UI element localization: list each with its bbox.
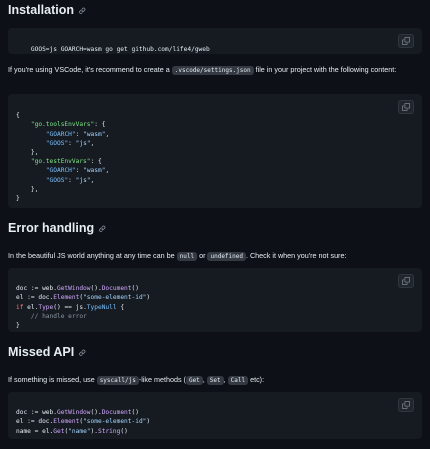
code-line: "go.toolsEnvVars": {: [30, 121, 106, 129]
installation-heading: Installation: [8, 3, 422, 21]
set-code: Set: [206, 376, 224, 385]
get-code: Get: [185, 376, 203, 385]
vscode-text-before: If you're using VSCode, it's recommend t…: [8, 65, 170, 74]
separator: ,: [202, 375, 205, 384]
copy-icon: [402, 37, 410, 45]
vscode-text-after: file in your project with the following …: [255, 65, 397, 74]
error-text-after: . Check it when you're not sure:: [246, 251, 347, 260]
null-code: null: [176, 252, 198, 261]
error-handling-heading: Error handling: [8, 221, 422, 239]
copy-button[interactable]: [398, 274, 414, 288]
missed-text-before: If something is missed, use: [8, 375, 95, 384]
separator: ,: [223, 375, 226, 384]
vscode-paragraph: If you're using VSCode, it's recommend t…: [8, 64, 422, 76]
code-line: },: [16, 185, 39, 193]
settings-json-block: { "go.toolsEnvVars": { "GOARCH": "wasm",…: [8, 94, 422, 208]
error-handling-title: Error handling: [8, 221, 95, 235]
code-line: doc := web.GetWindow().Document(): [16, 285, 139, 293]
missed-text-mid: -like methods (: [138, 375, 186, 384]
copy-button[interactable]: [398, 34, 414, 48]
link-icon[interactable]: [78, 6, 87, 15]
code-line: // handle error: [16, 312, 87, 320]
code-line: "go.testEnvVars": {: [30, 158, 102, 166]
code-line: "GOARCH": "wasm",: [45, 167, 110, 175]
code-line: },: [16, 149, 39, 157]
code-line: }: [16, 195, 20, 203]
undefined-code: undefined: [207, 252, 246, 261]
settings-json-code: { "go.toolsEnvVars": { "GOARCH": "wasm",…: [16, 111, 414, 203]
code-line: "GOARCH": "wasm",: [45, 130, 110, 138]
vscode-settings-path: .vscode/settings.json: [171, 66, 254, 75]
code-line: }: [16, 322, 20, 330]
call-code: Call: [227, 376, 249, 385]
code-line: doc := web.GetWindow().Document(): [16, 409, 139, 417]
copy-button[interactable]: [398, 100, 414, 114]
copy-icon: [402, 401, 410, 409]
code-line: el := doc.Element("some-element-id"): [16, 294, 151, 302]
error-text-before: In the beautiful JS world anything at an…: [8, 251, 175, 260]
install-command-block: GOOS=js GOARCH=wasm go get github.com/li…: [8, 28, 422, 54]
error-handling-paragraph: In the beautiful JS world anything at an…: [8, 250, 422, 262]
or-text: or: [199, 251, 206, 260]
code-line: "GOOS": "js",: [45, 176, 95, 184]
missed-api-paragraph: If something is missed, use syscall/js -l…: [8, 374, 422, 386]
code-line: "GOOS": "js",: [45, 139, 95, 147]
missed-text-after: etc):: [250, 375, 265, 384]
code-line: {: [16, 112, 20, 120]
installation-title: Installation: [8, 3, 74, 17]
copy-icon: [402, 277, 410, 285]
syscall-code: syscall/js: [96, 376, 139, 385]
missed-api-code-block: doc := web.GetWindow().Document() el := d…: [8, 392, 422, 439]
error-handling-code-block: doc := web.GetWindow().Document() el := d…: [8, 268, 422, 332]
missed-api-heading: Missed API: [8, 345, 422, 363]
readme-page: Installation GOOS=js GOARCH=wasm go get …: [0, 0, 430, 449]
link-icon[interactable]: [78, 348, 87, 357]
copy-icon: [402, 103, 410, 111]
link-icon[interactable]: [98, 224, 107, 233]
code-line: if el.Type() == js.TypeNull {: [16, 303, 125, 311]
code-line: name = el.Get("name").String(): [16, 427, 128, 435]
copy-button[interactable]: [398, 398, 414, 412]
code-line: el := doc.Element("some-element-id"): [16, 418, 151, 426]
install-command: GOOS=js GOARCH=wasm go get github.com/li…: [30, 46, 210, 54]
missed-api-title: Missed API: [8, 345, 75, 359]
